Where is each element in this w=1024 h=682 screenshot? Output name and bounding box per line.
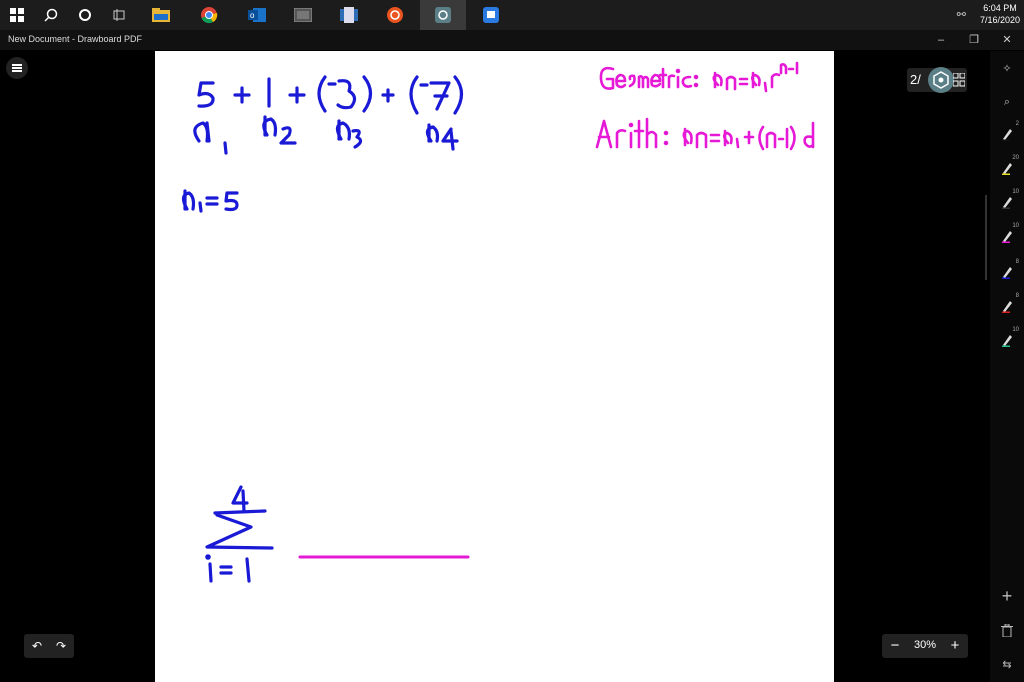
tool-size: 10: [1012, 327, 1019, 333]
chrome-icon[interactable]: [198, 4, 220, 26]
file-explorer-icon[interactable]: [150, 4, 172, 26]
pen-icon: [1002, 267, 1012, 279]
minimize-icon[interactable]: –: [933, 32, 949, 48]
grid-view-icon[interactable]: [953, 73, 965, 87]
tool-size: 2: [1015, 121, 1019, 127]
page-counter[interactable]: 2/: [907, 66, 967, 94]
tool-size: 10: [1012, 189, 1019, 195]
pen-tool-dark[interactable]: 10: [990, 189, 1024, 215]
zoom-level: 30%: [913, 639, 937, 651]
tool-size: 10: [1012, 223, 1019, 229]
windows-icon[interactable]: [6, 4, 28, 26]
menu-button[interactable]: [6, 57, 28, 79]
document-page[interactable]: [155, 51, 834, 682]
close-icon[interactable]: ✕: [999, 32, 1015, 48]
pen-icon: [1002, 335, 1012, 347]
pen-icon: [1002, 129, 1012, 141]
pen-icon: [1002, 231, 1012, 243]
zoom-in-button[interactable]: +: [946, 636, 964, 656]
onscreen-keyboard-icon[interactable]: [292, 4, 314, 26]
highlighter-icon: [1002, 163, 1012, 175]
drawboard-icon[interactable]: [420, 0, 466, 30]
pen-tool-green[interactable]: 10: [990, 327, 1024, 353]
pen-icon: [1002, 197, 1012, 209]
scrollbar[interactable]: [985, 195, 987, 280]
tool-size: 20: [1012, 155, 1019, 161]
clock-time: 6:04 PM: [983, 3, 1017, 13]
tool-size: 8: [1015, 293, 1019, 299]
tool-palette: ✧ ⌕ 2 20 10 10 8 8 10 + ⇆: [990, 51, 1024, 682]
highlighter-tool-yellow[interactable]: 20: [990, 155, 1024, 181]
title-bar: New Document - Drawboard PDF – ❐ ✕: [0, 30, 1024, 50]
clock-date: 7/16/2020: [979, 15, 1020, 25]
window-title: New Document - Drawboard PDF: [8, 34, 143, 44]
redo-icon[interactable]: ↷: [51, 637, 71, 655]
search-icon[interactable]: [40, 4, 62, 26]
clock[interactable]: 6:04 PM 7/16/2020: [980, 2, 1020, 26]
trash-icon[interactable]: [990, 617, 1024, 643]
magic-wand-icon[interactable]: ✧: [990, 55, 1024, 81]
svg-text:o: o: [250, 11, 255, 20]
tool-size: 8: [1015, 259, 1019, 265]
cortana-icon[interactable]: [74, 4, 96, 26]
undo-redo-bar: ↶ ↷: [24, 634, 74, 658]
document-icon[interactable]: [338, 4, 360, 26]
pen-tool-black[interactable]: 2: [990, 121, 1024, 147]
page-number: 2/: [910, 72, 921, 87]
pen-tool-blue[interactable]: 8: [990, 259, 1024, 285]
app-icon[interactable]: [480, 4, 502, 26]
page-nav-icon[interactable]: [927, 66, 955, 94]
ubuntu-icon[interactable]: [384, 4, 406, 26]
outlook-icon[interactable]: o: [246, 4, 268, 26]
add-tool-icon[interactable]: +: [990, 583, 1024, 609]
swap-icon[interactable]: ⇆: [990, 651, 1024, 677]
hamburger-icon: [12, 63, 22, 73]
ink-layer: [181, 61, 815, 583]
undo-icon[interactable]: ↶: [27, 637, 47, 655]
pen-icon: [1002, 301, 1012, 313]
pen-tool-red[interactable]: 8: [990, 293, 1024, 319]
lasso-icon[interactable]: ⌕: [990, 89, 1024, 115]
restore-icon[interactable]: ❐: [966, 32, 982, 48]
zoom-control: − 30% +: [882, 634, 968, 658]
network-icon[interactable]: ⚯: [957, 8, 966, 21]
pen-tool-magenta[interactable]: 10: [990, 223, 1024, 249]
taskbar: o ⚯ 6:04 PM 7/16/2020: [0, 0, 1024, 30]
zoom-out-button[interactable]: −: [886, 636, 904, 656]
task-view-icon[interactable]: [108, 4, 130, 26]
